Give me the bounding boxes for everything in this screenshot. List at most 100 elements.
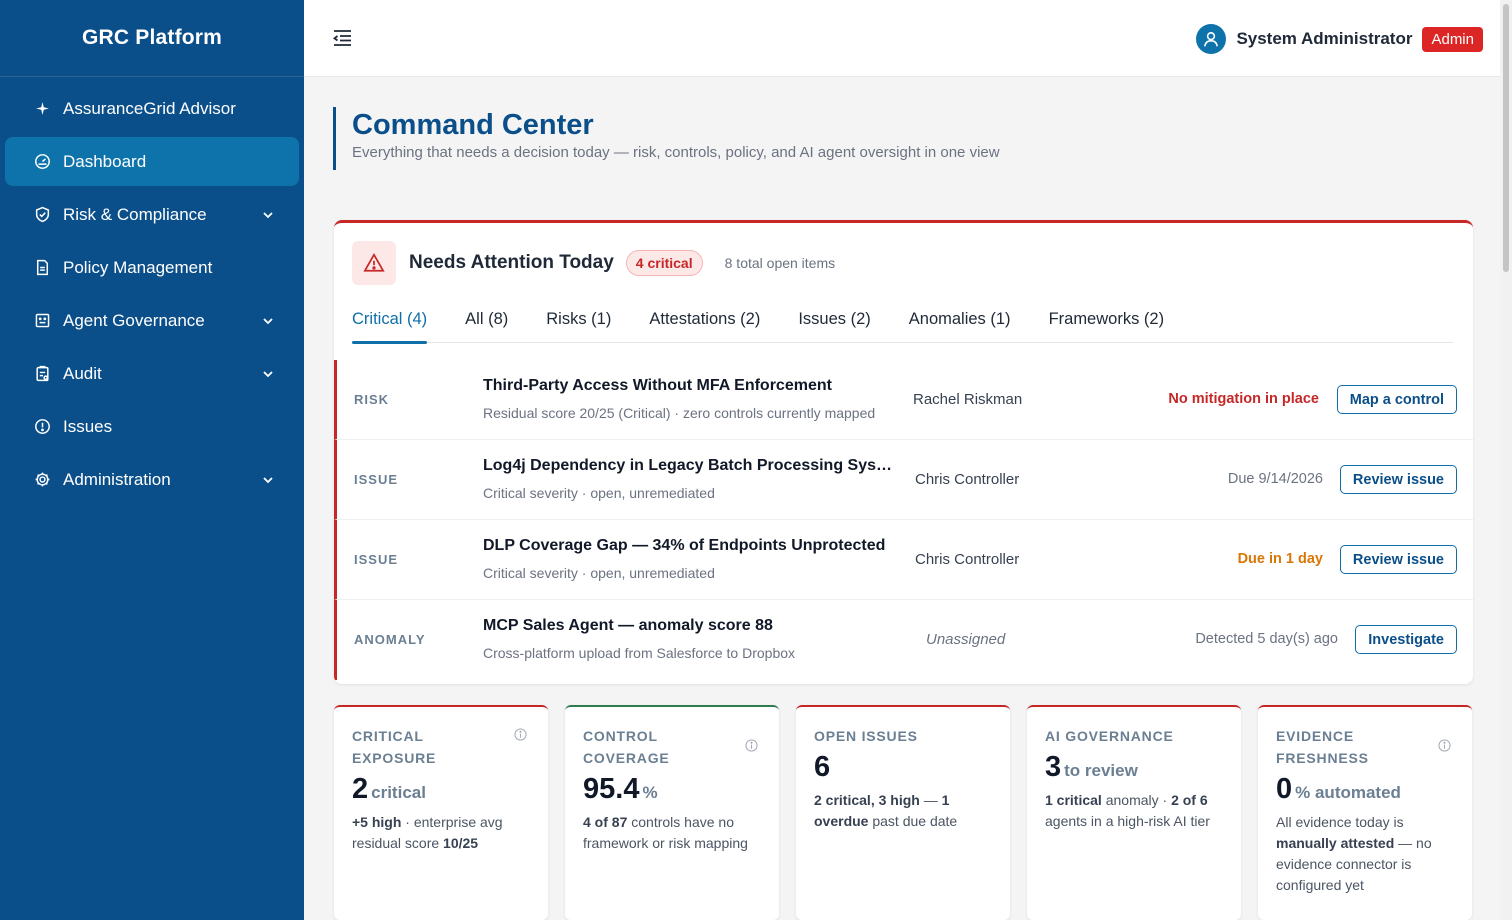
warning-triangle-icon [352, 241, 396, 285]
gear-icon [33, 471, 51, 489]
tab-anomalies[interactable]: Anomalies (1) [909, 305, 1011, 343]
kpi-description-emphasis: +5 high [352, 814, 402, 830]
role-badge: Admin [1422, 26, 1483, 52]
user-name: System Administrator [1236, 29, 1413, 48]
kpi-description: 1 critical anomaly · 2 of 6 agents in a … [1045, 792, 1210, 829]
sidebar-item-label: Policy Management [63, 257, 213, 277]
row-title[interactable]: Log4j Dependency in Legacy Batch Process… [483, 457, 895, 475]
sidebar-nav: AssuranceGrid Advisor Dashboard Risk & C… [0, 77, 304, 504]
map-control-button[interactable]: Map a control [1336, 385, 1457, 414]
alert-circle-icon [33, 418, 51, 436]
sidebar-item-audit[interactable]: Audit [5, 349, 299, 398]
sidebar-item-agent-governance[interactable]: Agent Governance [5, 296, 299, 345]
tab-issues[interactable]: Issues (2) [798, 305, 870, 343]
kpi-description-emphasis: 4 of 87 [583, 814, 628, 830]
menu-collapse-icon[interactable] [332, 28, 354, 48]
attention-row: RISK Third-Party Access Without MFA Enfo… [334, 360, 1473, 440]
document-icon [33, 259, 51, 277]
sidebar-item-label: Dashboard [63, 151, 147, 171]
info-icon[interactable] [745, 739, 758, 752]
chevron-down-icon [261, 314, 275, 328]
page-title: Command Center [352, 109, 594, 141]
sidebar-item-policy-management[interactable]: Policy Management [5, 243, 299, 292]
robot-icon [33, 312, 51, 330]
sidebar-item-label: Risk & Compliance [63, 204, 207, 224]
attention-tabs: Critical (4) All (8) Risks (1) Attestati… [352, 305, 1453, 344]
row-owner: Rachel Riskman [913, 391, 1023, 408]
sidebar-item-administration[interactable]: Administration [5, 455, 299, 504]
info-icon[interactable] [514, 728, 527, 741]
kpi-evidence-freshness[interactable]: EVIDENCE FRESHNESS 0% automated All evid… [1258, 705, 1472, 920]
row-subtitle: Critical severity · open, unremediated [483, 485, 715, 501]
attention-header: Needs Attention Today 4 critical 8 total… [352, 241, 835, 285]
row-owner: Chris Controller [915, 551, 1020, 568]
kpi-ai-governance[interactable]: AI GOVERNANCE 3 to review 1 critical anom… [1027, 705, 1241, 920]
kpi-unit: % [642, 783, 658, 802]
kpi-value-line: 3 to review [1045, 751, 1223, 784]
kpi-description: All evidence today is manually attested … [1276, 814, 1432, 893]
sparkle-icon [33, 100, 51, 118]
kpi-value-line: 95.4% [583, 773, 761, 806]
investigate-button[interactable]: Investigate [1355, 625, 1457, 654]
sidebar-item-label: AssuranceGrid Advisor [63, 98, 236, 118]
row-status: Detected 5 day(s) ago [1195, 631, 1338, 647]
kpi-label: OPEN ISSUES [814, 728, 918, 744]
sidebar-item-label: Agent Governance [63, 310, 205, 330]
tab-frameworks[interactable]: Frameworks (2) [1049, 305, 1165, 343]
attention-row: ISSUE DLP Coverage Gap — 34% of Endpoint… [334, 520, 1473, 600]
kpi-cards: CRITICAL EXPOSURE 2 critical +5 high · en… [334, 705, 1473, 920]
kpi-unit: to review [1064, 761, 1138, 780]
page-subtitle: Everything that needs a decision today —… [352, 144, 1000, 161]
kpi-critical-exposure[interactable]: CRITICAL EXPOSURE 2 critical +5 high · en… [334, 705, 548, 920]
kpi-label: CRITICAL EXPOSURE [352, 728, 437, 766]
row-owner: Unassigned [926, 631, 1006, 648]
tab-risks[interactable]: Risks (1) [546, 305, 611, 343]
scrollbar-thumb[interactable] [1503, 4, 1509, 272]
sidebar-item-label: Audit [63, 363, 102, 383]
review-issue-button[interactable]: Review issue [1339, 545, 1457, 574]
sidebar-item-dashboard[interactable]: Dashboard [5, 137, 299, 186]
attention-list: RISK Third-Party Access Without MFA Enfo… [334, 360, 1473, 680]
row-status: Due in 1 day [1237, 551, 1323, 567]
row-title[interactable]: DLP Coverage Gap — 34% of Endpoints Unpr… [483, 537, 895, 555]
row-status: Due 9/14/2026 [1227, 471, 1323, 487]
attention-row: ISSUE Log4j Dependency in Legacy Batch P… [334, 440, 1473, 520]
row-subtitle: Cross-platform upload from Salesforce to… [483, 645, 796, 661]
chevron-down-icon [261, 208, 275, 222]
kpi-description-emphasis: 1 critical [1045, 792, 1102, 808]
total-open-items: 8 total open items [724, 255, 836, 271]
sidebar-item-issues[interactable]: Issues [5, 402, 299, 451]
row-owner: Chris Controller [915, 471, 1020, 488]
kpi-value: 0 [1276, 773, 1293, 805]
chevron-down-icon [261, 367, 275, 381]
row-title[interactable]: Third-Party Access Without MFA Enforceme… [483, 377, 895, 395]
sidebar-item-label: Administration [63, 469, 171, 489]
gauge-icon [33, 153, 51, 171]
kpi-description-emphasis: 2 critical, 3 high [814, 792, 920, 808]
shield-icon [33, 206, 51, 224]
sidebar-item-label: Issues [63, 416, 113, 436]
clipboard-icon [33, 365, 51, 383]
tab-critical[interactable]: Critical (4) [352, 305, 428, 344]
review-issue-button[interactable]: Review issue [1339, 465, 1457, 494]
kpi-value-line: 6 [814, 751, 992, 784]
sidebar-item-advisor[interactable]: AssuranceGrid Advisor [5, 84, 299, 133]
brand-title[interactable]: GRC Platform [0, 0, 304, 77]
info-icon[interactable] [1438, 739, 1451, 752]
attention-row: ANOMALY MCP Sales Agent — anomaly score … [334, 600, 1473, 680]
kpi-value-line: 2 critical [352, 773, 530, 806]
kpi-open-issues[interactable]: OPEN ISSUES 6 2 critical, 3 high — 1 ove… [796, 705, 1010, 920]
row-subtitle: Critical severity · open, unremediated [483, 565, 715, 581]
user-menu[interactable]: System Administrator Admin [1196, 24, 1483, 54]
chevron-down-icon [261, 473, 275, 487]
kpi-description-emphasis: 2 of 6 [1171, 792, 1208, 808]
tab-attestations[interactable]: Attestations (2) [649, 305, 760, 343]
page-scrollbar[interactable] [1500, 0, 1512, 920]
row-title[interactable]: MCP Sales Agent — anomaly score 88 [483, 617, 895, 635]
kpi-control-coverage[interactable]: CONTROL COVERAGE 95.4% 4 of 87 controls … [565, 705, 779, 920]
sidebar-item-risk-compliance[interactable]: Risk & Compliance [5, 190, 299, 239]
kpi-unit: critical [371, 783, 426, 802]
page-header: Command Center Everything that needs a d… [333, 107, 1000, 170]
tab-all[interactable]: All (8) [465, 305, 508, 343]
main-content: Command Center Everything that needs a d… [304, 78, 1500, 920]
